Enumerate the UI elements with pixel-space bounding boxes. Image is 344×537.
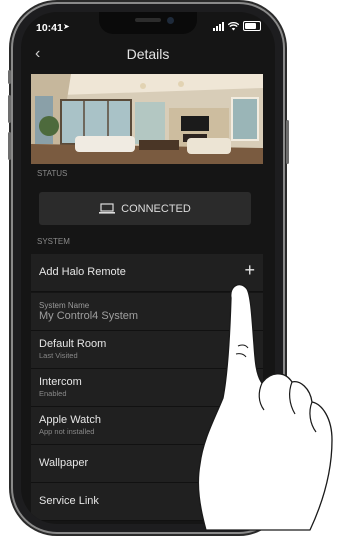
pointing-hand-icon	[197, 284, 333, 531]
